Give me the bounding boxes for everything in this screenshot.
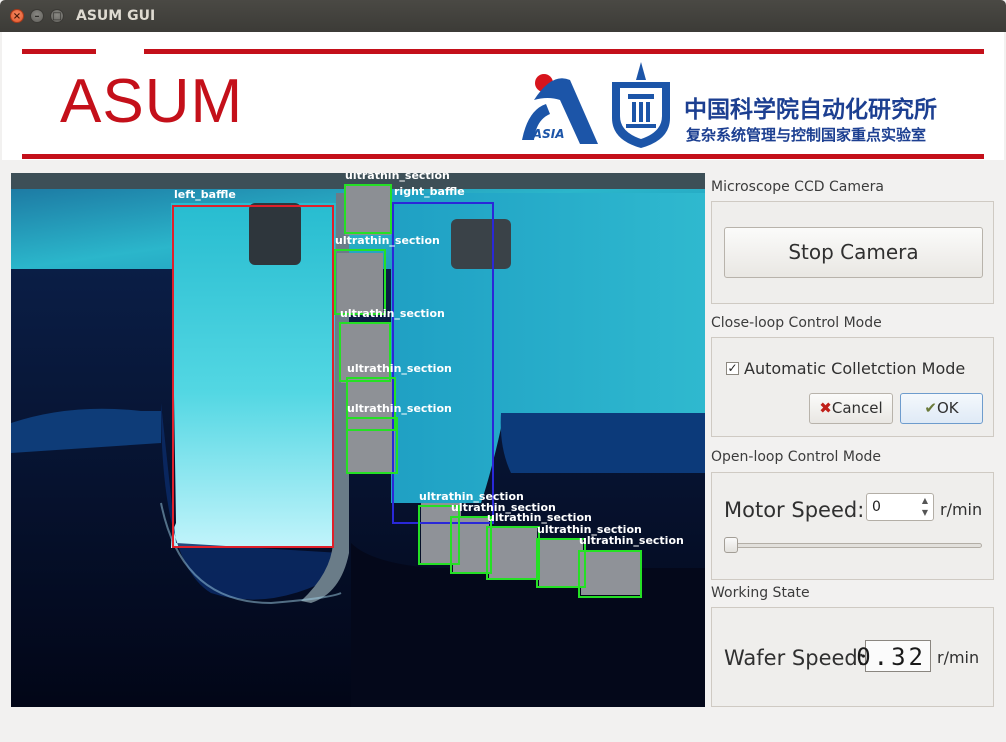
state-section-label: Working State	[711, 585, 810, 601]
auto-mode-checkbox[interactable]: ✓	[726, 362, 739, 375]
camera-section-label: Microscope CCD Camera	[711, 179, 884, 195]
header-banner: ASUM CASIA 中国科学院自动化研究所 复杂系统管理与控制国家重点实验室	[2, 32, 1004, 160]
ok-button-label: OK	[936, 399, 959, 417]
detection-label-section: ultrathin_section	[335, 234, 440, 247]
closeloop-group: ✓ Automatic Colletction Mode ✖Cancel ✔OK	[711, 337, 994, 437]
institute-emblem	[612, 62, 670, 148]
detection-label-left-baffle: left_baffle	[174, 188, 236, 201]
cancel-button[interactable]: ✖Cancel	[809, 393, 893, 424]
section-tile	[539, 538, 583, 586]
motor-speed-slider-handle[interactable]	[724, 537, 738, 553]
header-top-rule-left	[22, 49, 96, 54]
detection-label-section: ultrathin_section	[579, 534, 684, 547]
section-tile	[347, 418, 395, 473]
detection-label-section: ultrathin_section	[345, 173, 450, 182]
header-bottom-rule	[22, 154, 984, 159]
lab-name: 复杂系统管理与控制国家重点实验室	[686, 126, 927, 144]
detection-label-right-baffle: right_baffle	[394, 185, 465, 198]
wafer-speed-value: 0.32	[856, 643, 926, 671]
motor-speed-unit: r/min	[940, 500, 983, 519]
ok-button[interactable]: ✔OK	[900, 393, 983, 424]
detection-label-section: ultrathin_section	[347, 362, 452, 375]
maximize-window-button[interactable]: □	[50, 9, 64, 23]
stop-camera-button[interactable]: Stop Camera	[724, 227, 983, 278]
camera-group: Stop Camera	[711, 201, 994, 304]
close-icon: ×	[12, 11, 22, 22]
motor-speed-slider-track[interactable]	[726, 543, 982, 548]
openloop-group: Motor Speed: 0 ▲ ▼ r/min	[711, 472, 994, 580]
right-ledge	[500, 413, 705, 473]
window-title: ASUM GUI	[76, 8, 156, 24]
wafer-speed-unit: r/min	[937, 648, 980, 667]
openloop-section-label: Open-loop Control Mode	[711, 449, 882, 465]
left-post	[249, 203, 301, 265]
cancel-icon: ✖	[819, 399, 832, 417]
camera-feed: left_baffle right_baffle ultrathin_secti…	[11, 173, 705, 707]
cancel-button-label: Cancel	[831, 399, 883, 417]
right-post	[451, 219, 511, 269]
section-tile	[337, 253, 383, 313]
section-tile	[345, 185, 391, 235]
svg-text:CASIA: CASIA	[524, 127, 565, 141]
motor-speed-label: Motor Speed:	[724, 498, 865, 522]
state-group: Wafer Speed: 0.32 r/min	[711, 607, 994, 707]
header-top-rule-right	[144, 49, 984, 54]
ok-icon: ✔	[924, 399, 937, 417]
section-tile	[489, 528, 537, 578]
motor-speed-value: 0	[872, 499, 881, 515]
app-logo-title: ASUM	[60, 67, 244, 136]
title-bar: × – □ ASUM GUI	[0, 0, 1006, 32]
maximize-icon: □	[52, 11, 62, 22]
minimize-icon: –	[34, 11, 40, 22]
casia-logo: CASIA	[522, 74, 598, 144]
detection-label-section: ultrathin_section	[340, 307, 445, 320]
wafer-speed-label: Wafer Speed:	[724, 646, 865, 670]
closeloop-section-label: Close-loop Control Mode	[711, 315, 882, 331]
minimize-window-button[interactable]: –	[30, 9, 44, 23]
motor-speed-spinbox[interactable]: 0 ▲ ▼	[866, 493, 934, 521]
detection-label-section: ultrathin_section	[347, 402, 452, 415]
app-window: × – □ ASUM GUI ASUM CASIA 中国科学院自动化研究所 复杂…	[0, 0, 1006, 742]
close-window-button[interactable]: ×	[10, 9, 24, 23]
check-icon: ✓	[727, 361, 738, 375]
camera-frame: left_baffle right_baffle ultrathin_secti…	[11, 173, 705, 707]
section-tile	[581, 551, 641, 595]
auto-mode-label[interactable]: Automatic Colletction Mode	[744, 359, 965, 378]
spin-up-icon[interactable]: ▲	[919, 495, 931, 507]
wafer-speed-display: 0.32	[856, 640, 931, 672]
spin-down-icon[interactable]: ▼	[919, 507, 931, 519]
institute-name: 中国科学院自动化研究所	[684, 97, 937, 123]
